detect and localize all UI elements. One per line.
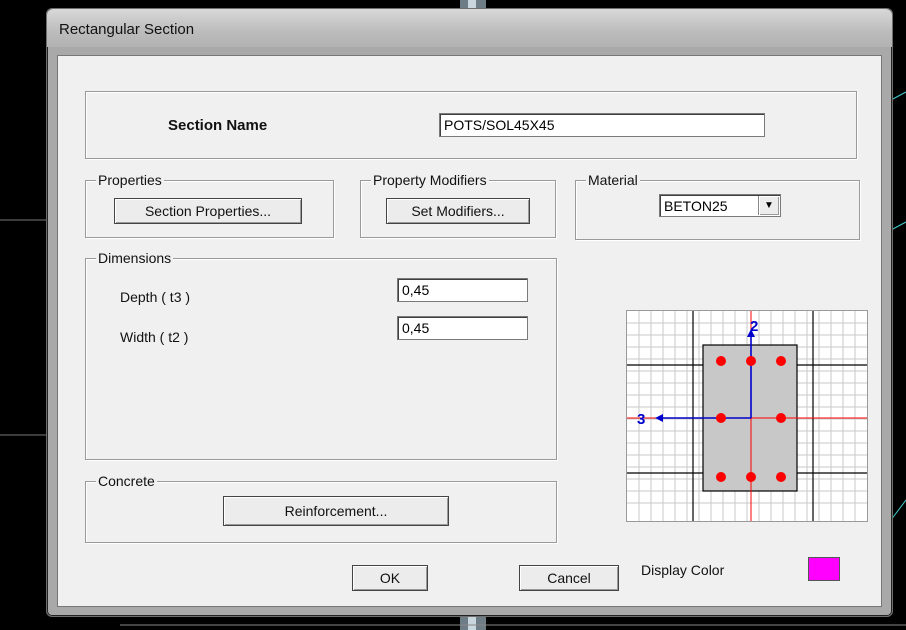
section-preview: 2 3 [626, 310, 868, 522]
concrete-legend: Concrete [96, 472, 157, 490]
display-color-label: Display Color [641, 562, 725, 578]
properties-group: Properties Section Properties... [85, 171, 334, 238]
section-name-input[interactable] [439, 113, 765, 137]
ok-button[interactable]: OK [352, 565, 428, 591]
title-bar[interactable]: Rectangular Section [47, 9, 892, 47]
width-label: Width ( t2 ) [120, 329, 189, 345]
chevron-down-icon[interactable]: ▼ [758, 196, 779, 215]
material-group: Material BETON25 ▼ [575, 171, 860, 240]
rebar-dot [776, 356, 786, 366]
section-name-group: Section Name [85, 91, 857, 159]
rebar-dot [716, 413, 726, 423]
section-properties-button[interactable]: Section Properties... [114, 198, 302, 224]
dimensions-group: Dimensions Depth ( t3 ) Width ( t2 ) [85, 249, 557, 460]
dimensions-legend: Dimensions [96, 249, 174, 267]
properties-legend: Properties [96, 171, 164, 189]
display-color-swatch[interactable] [808, 557, 840, 581]
reinforcement-button[interactable]: Reinforcement... [223, 496, 449, 526]
rebar-dot [776, 413, 786, 423]
property-modifiers-group: Property Modifiers Set Modifiers... [360, 171, 556, 238]
dialog-body: Section Name Properties Section Properti… [57, 55, 882, 607]
rebar-dot [716, 356, 726, 366]
axis-3-arrowhead [655, 414, 663, 422]
rebar-dot [776, 472, 786, 482]
material-dropdown[interactable]: BETON25 ▼ [659, 194, 781, 217]
rectangular-section-dialog: Rectangular Section Section Name Propert… [46, 8, 893, 617]
width-input[interactable] [397, 316, 528, 340]
property-modifiers-legend: Property Modifiers [371, 171, 489, 189]
depth-input[interactable] [397, 278, 528, 302]
axis-3-label: 3 [637, 411, 645, 428]
rebar-dot [746, 472, 756, 482]
cancel-button[interactable]: Cancel [519, 565, 619, 591]
axis-2-label: 2 [750, 318, 758, 335]
material-selected-value: BETON25 [664, 198, 728, 214]
dialog-title: Rectangular Section [59, 21, 195, 38]
depth-label: Depth ( t3 ) [120, 289, 191, 305]
rebar-dot [716, 472, 726, 482]
rebar-dot [746, 356, 756, 366]
set-modifiers-button[interactable]: Set Modifiers... [386, 198, 530, 224]
material-legend: Material [586, 171, 640, 189]
section-name-label: Section Name [168, 117, 268, 134]
concrete-group: Concrete Reinforcement... [85, 472, 557, 543]
